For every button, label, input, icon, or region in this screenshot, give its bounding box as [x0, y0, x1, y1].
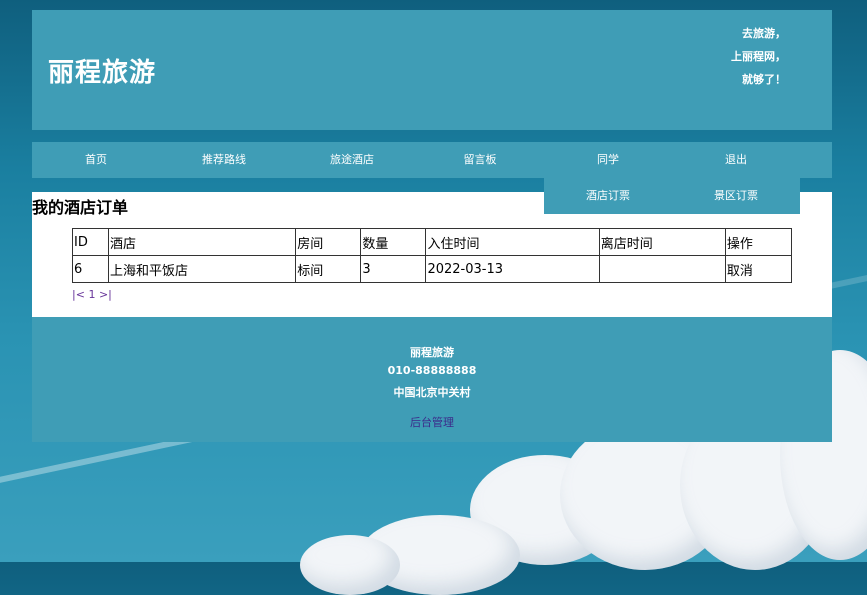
submenu-scenic-orders[interactable]: 景区订票 [672, 178, 800, 214]
table-row: 6 上海和平饭店 标间 3 2022-03-13 取消 [71, 255, 793, 283]
column-header: 入住时间 [425, 228, 600, 256]
column-header: 酒店 [108, 228, 297, 256]
site-footer: 丽程旅游 010-88888888 中国北京中关村 后台管理 [32, 317, 832, 442]
column-header: 操作 [724, 228, 793, 256]
order-id-cell: 6 [71, 255, 110, 283]
footer-address: 中国北京中关村 [393, 386, 471, 399]
nav-item-hotels[interactable]: 旅途酒店 [288, 142, 416, 178]
user-dropdown-menu: 酒店订票 景区订票 [544, 178, 800, 214]
cancel-order-button[interactable]: 取消 [724, 255, 793, 283]
orders-table: ID 酒店 房间 数量 入住时间 离店时间 操作 6 上海和平饭店 标间 3 2… [71, 228, 793, 283]
checkout-cell [598, 255, 726, 283]
site-slogan: 去旅游， 上丽程网， 就够了！ [731, 22, 786, 91]
nav-item-logout[interactable]: 退出 [672, 142, 800, 178]
quantity-cell: 3 [360, 255, 427, 283]
hotel-cell: 上海和平饭店 [108, 255, 297, 283]
main-nav: 首页 推荐路线 旅途酒店 留言板 同学 退出 [32, 142, 832, 178]
column-header: 数量 [360, 228, 427, 256]
nav-item-user[interactable]: 同学 [544, 142, 672, 178]
column-header: 离店时间 [598, 228, 726, 256]
table-header-row: ID 酒店 房间 数量 入住时间 离店时间 操作 [71, 228, 793, 256]
nav-item-messages[interactable]: 留言板 [416, 142, 544, 178]
cloud [300, 535, 400, 595]
slogan-line: 去旅游， [742, 27, 786, 40]
footer-brand: 丽程旅游 [410, 346, 454, 359]
column-header: ID [71, 228, 110, 256]
submenu-hotel-orders[interactable]: 酒店订票 [544, 178, 672, 214]
checkin-cell: 2022-03-13 [425, 255, 600, 283]
slogan-line: 上丽程网， [731, 50, 786, 63]
room-cell: 标间 [295, 255, 362, 283]
slogan-line: 就够了！ [742, 73, 786, 86]
pager-last[interactable]: >| [99, 288, 112, 301]
admin-link[interactable]: 后台管理 [32, 414, 832, 430]
column-header: 房间 [295, 228, 362, 256]
nav-item-home[interactable]: 首页 [32, 142, 160, 178]
pagination: |< 1 >| [72, 288, 112, 301]
pager-page[interactable]: 1 [88, 288, 95, 301]
pager-first[interactable]: |< [72, 288, 85, 301]
footer-phone: 010-88888888 [387, 364, 477, 377]
site-logo: 丽程旅游 [48, 58, 157, 88]
site-header: 丽程旅游 去旅游， 上丽程网， 就够了！ [32, 10, 832, 130]
page-title: 我的酒店订单 [32, 198, 129, 217]
nav-item-routes[interactable]: 推荐路线 [160, 142, 288, 178]
